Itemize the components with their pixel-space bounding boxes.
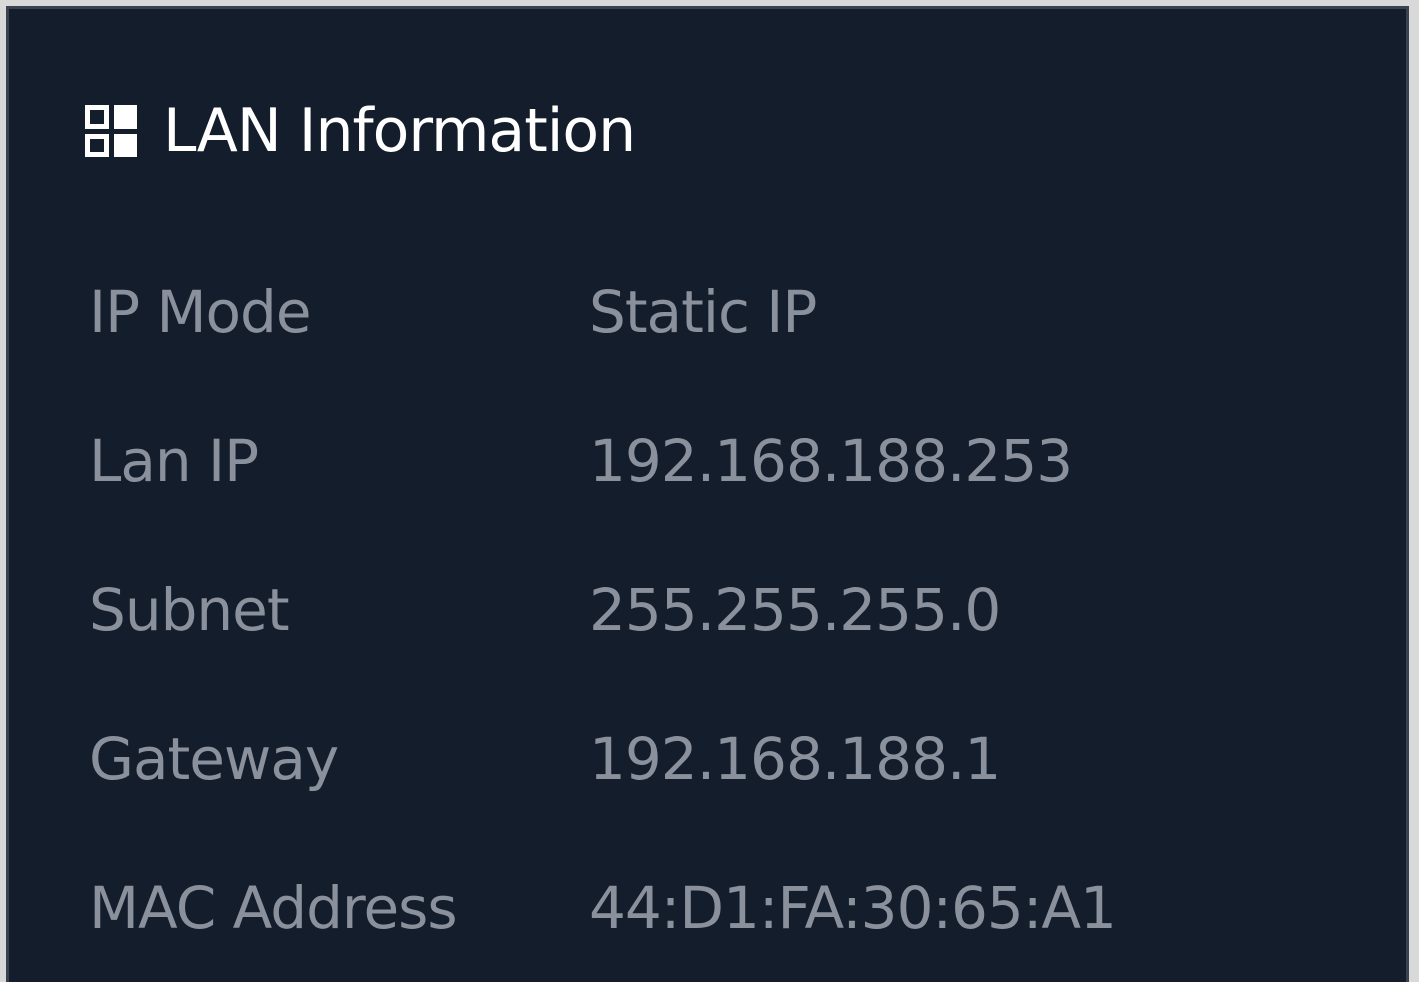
info-label: Gateway (89, 724, 339, 793)
info-label: MAC Address (89, 873, 458, 942)
info-label: Subnet (89, 575, 290, 644)
info-value: 255.255.255.0 (589, 575, 1001, 644)
grid-icon (85, 105, 137, 157)
panel-title: LAN Information (163, 96, 636, 166)
info-row-mac-address: MAC Address 44:D1:FA:30:65:A1 (89, 833, 1117, 982)
info-row-gateway: Gateway 192.168.188.1 (89, 684, 1116, 833)
info-row-ip-mode: IP Mode Static IP (89, 237, 1116, 386)
info-value: Static IP (589, 277, 817, 346)
lan-information-panel: LAN Information IP Mode Static IP Lan IP… (6, 6, 1409, 982)
info-row-lan-ip: Lan IP 192.168.188.253 (89, 386, 1116, 535)
info-value: 192.168.188.253 (589, 426, 1073, 495)
panel-header: LAN Information (85, 91, 636, 171)
info-rows: IP Mode Static IP Lan IP 192.168.188.253… (89, 237, 1117, 982)
info-value: 192.168.188.1 (589, 724, 1001, 793)
info-value: 44:D1:FA:30:65:A1 (589, 873, 1117, 942)
info-label: IP Mode (89, 277, 312, 346)
info-row-subnet: Subnet 255.255.255.0 (89, 535, 1116, 684)
info-label: Lan IP (89, 426, 259, 495)
